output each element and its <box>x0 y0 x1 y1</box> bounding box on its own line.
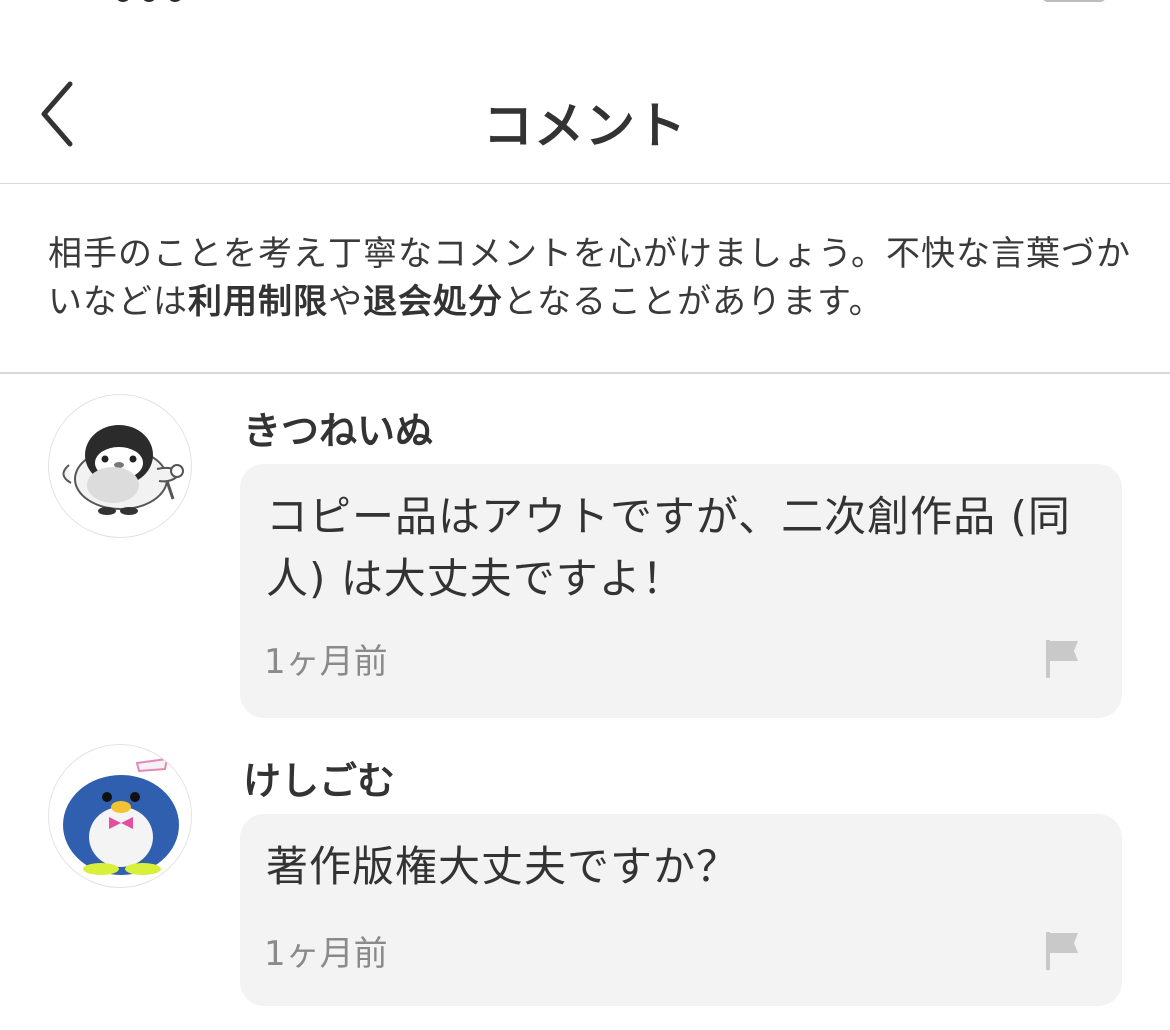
avatar[interactable] <box>48 744 192 888</box>
comment-username[interactable]: けしごむ <box>243 750 395 805</box>
page-title: コメント <box>483 97 687 155</box>
comment-bubble: コピー品はアウトですが、二次創作品 (同人) は大丈夫ですよ！ 1ヶ月前 <box>240 464 1122 718</box>
comment-username[interactable]: きつねいぬ <box>243 400 433 455</box>
comment-text: コピー品はアウトですが、二次創作品 (同人) は大丈夫ですよ！ <box>266 492 1071 603</box>
battery-icon <box>1042 0 1106 2</box>
comment-guideline-notice: 相手のことを考え丁寧なコメントを心がけましょう。不快な言葉づかいなどは利用制限や… <box>48 230 1138 326</box>
flag-icon <box>1046 932 1078 970</box>
blue-penguin-plush-avatar-icon <box>63 757 179 875</box>
notice-emphasis-account-deletion: 退会処分 <box>363 282 503 322</box>
comment-bubble: 著作版権大丈夫ですか？ 1ヶ月前 <box>240 814 1122 1006</box>
status-indicators <box>900 0 1110 4</box>
comment-timestamp: 1ヶ月前 <box>264 642 388 682</box>
comment-text: 著作版権大丈夫ですか？ <box>266 842 740 891</box>
report-button[interactable] <box>1040 928 1084 972</box>
header: コメント <box>0 40 1170 184</box>
penguin-avatar-icon <box>62 425 184 515</box>
avatar[interactable] <box>48 394 192 538</box>
notice-text: となることがあります。 <box>503 282 884 322</box>
comment-timestamp: 1ヶ月前 <box>264 934 388 974</box>
status-bar <box>0 0 1170 40</box>
status-dots-icon <box>115 0 205 6</box>
flag-icon <box>1046 640 1078 678</box>
divider <box>0 372 1170 374</box>
notice-emphasis-usage-restriction: 利用制限 <box>188 282 328 322</box>
notice-text: や <box>328 282 363 322</box>
report-button[interactable] <box>1040 636 1084 680</box>
